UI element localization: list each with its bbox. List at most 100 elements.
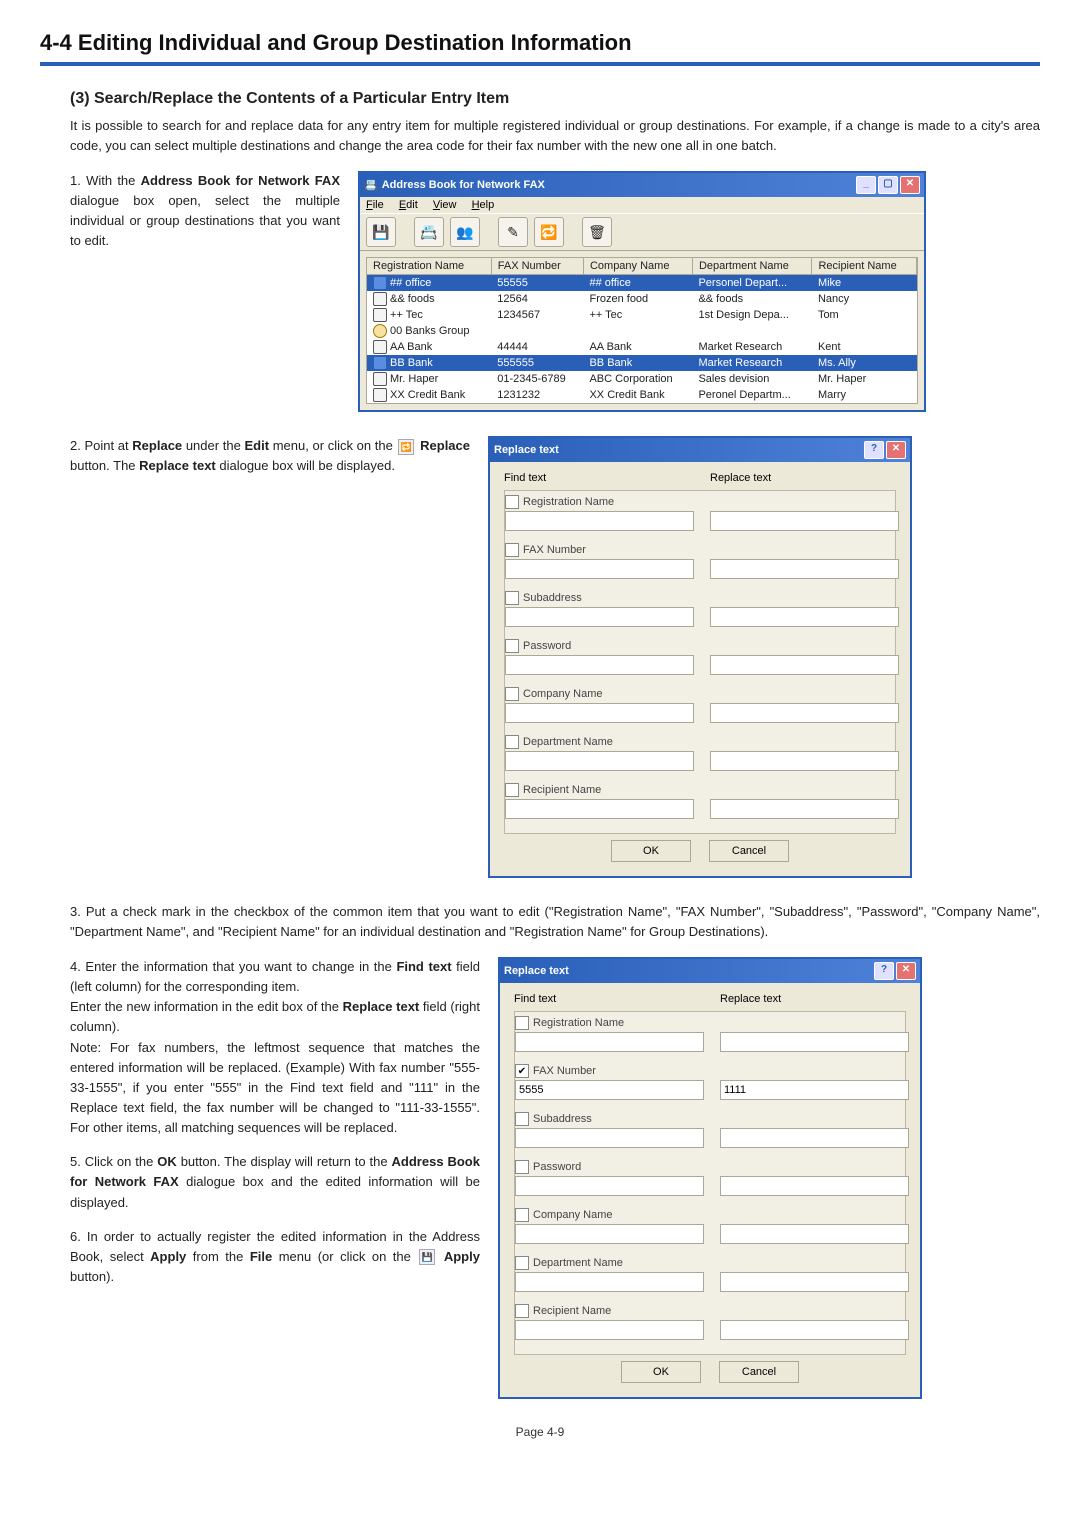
replace-pwd[interactable] [720,1176,909,1196]
table-row[interactable]: && foods12564Frozen food&& foodsNancy [367,291,917,307]
checkbox-reg[interactable] [515,1016,529,1030]
replace-fax[interactable] [710,559,899,579]
table-row[interactable]: ## office55555## officePersonel Depart..… [367,275,917,292]
replace-dialog-2: Replace text ? ✕ Find text Replace text … [498,957,922,1399]
find-recip[interactable] [515,1320,704,1340]
delete-icon[interactable]: 🗑 [582,217,612,247]
find-dept[interactable] [505,751,694,771]
table-row[interactable]: BB Bank555555BB BankMarket ResearchMs. A… [367,355,917,371]
field-row-pwd: Password [515,1160,905,1196]
field-row-recip: Recipient Name [515,1304,905,1340]
menu-edit[interactable]: Edit [399,199,418,211]
new-individual-icon[interactable]: 📇 [414,217,444,247]
row-type-icon [373,308,387,322]
dlg1-cancel-button[interactable]: Cancel [709,840,789,862]
menu-help[interactable]: Help [472,199,495,211]
dlg1-help-button[interactable]: ? [864,441,884,459]
checkbox-pwd[interactable] [515,1160,529,1174]
checkbox-reg[interactable] [505,495,519,509]
replace-recip[interactable] [720,1320,909,1340]
replace-reg[interactable] [720,1032,909,1052]
find-company[interactable] [505,703,694,723]
col-fax-number[interactable]: FAX Number [491,258,583,275]
dlg2-replace-header: Replace text [720,993,906,1005]
dlg1-close-button[interactable]: ✕ [886,441,906,459]
find-recip[interactable] [505,799,694,819]
replace-pwd[interactable] [710,655,899,675]
checkbox-dept[interactable] [515,1256,529,1270]
label-company: Company Name [523,688,602,700]
col-department-name[interactable]: Department Name [692,258,811,275]
checkbox-recip[interactable] [515,1304,529,1318]
dlg1-titlebar[interactable]: Replace text ? ✕ [490,438,910,462]
field-row-sub: Subaddress [515,1112,905,1148]
checkbox-recip[interactable] [505,783,519,797]
checkbox-fax[interactable] [505,543,519,557]
replace-sub[interactable] [710,607,899,627]
replace-fax[interactable] [720,1080,909,1100]
col-company-name[interactable]: Company Name [583,258,692,275]
table-row[interactable]: AA Bank44444AA BankMarket ResearchKent [367,339,917,355]
find-fax[interactable] [505,559,694,579]
find-sub[interactable] [515,1128,704,1148]
step-3-text: 3. Put a check mark in the checkbox of t… [70,902,1040,941]
checkbox-fax[interactable]: ✔ [515,1064,529,1078]
col-recipient-name[interactable]: Recipient Name [812,258,917,275]
find-pwd[interactable] [515,1176,704,1196]
titlebar[interactable]: 📇 Address Book for Network FAX _ ▢ ✕ [360,173,924,197]
table-row[interactable]: 00 Banks Group [367,323,917,339]
section-title: 4-4 Editing Individual and Group Destina… [40,30,1040,56]
dlg1-title: Replace text [494,444,559,456]
step-5-text: 5. Click on the OK button. The display w… [70,1152,480,1212]
replace-recip[interactable] [710,799,899,819]
dlg2-find-header: Find text [514,993,700,1005]
close-button[interactable]: ✕ [900,176,920,194]
dlg2-help-button[interactable]: ? [874,962,894,980]
field-row-dept: Department Name [515,1256,905,1292]
minimize-button[interactable]: _ [856,176,876,194]
replace-dept[interactable] [710,751,899,771]
col-registration-name[interactable]: Registration Name [367,258,491,275]
replace-icon[interactable]: 🔁 [534,217,564,247]
field-row-company: Company Name [505,687,895,723]
destination-table: Registration Name FAX Number Company Nam… [367,258,917,403]
dlg2-close-button[interactable]: ✕ [896,962,916,980]
menu-file[interactable]: File [366,199,384,211]
table-row[interactable]: ++ Tec1234567++ Tec1st Design Depa...Tom [367,307,917,323]
dlg2-cancel-button[interactable]: Cancel [719,1361,799,1383]
label-reg: Registration Name [523,496,614,508]
checkbox-company[interactable] [515,1208,529,1222]
dlg2-ok-button[interactable]: OK [621,1361,701,1383]
dlg1-replace-header: Replace text [710,472,896,484]
table-row[interactable]: Mr. Haper01-2345-6789ABC CorporationSale… [367,371,917,387]
apply-icon[interactable]: 💾 [366,217,396,247]
step-6-text: 6. In order to actually register the edi… [70,1227,480,1287]
row-type-icon [373,388,387,402]
dlg2-titlebar[interactable]: Replace text ? ✕ [500,959,920,983]
find-pwd[interactable] [505,655,694,675]
maximize-button[interactable]: ▢ [878,176,898,194]
intro-paragraph: It is possible to search for and replace… [70,116,1040,155]
find-sub[interactable] [505,607,694,627]
replace-sub[interactable] [720,1128,909,1148]
menu-view[interactable]: View [433,199,457,211]
app-icon: 📇 [364,179,378,192]
replace-company[interactable] [720,1224,909,1244]
dlg1-ok-button[interactable]: OK [611,840,691,862]
replace-company[interactable] [710,703,899,723]
checkbox-sub[interactable] [505,591,519,605]
replace-dept[interactable] [720,1272,909,1292]
find-reg[interactable] [505,511,694,531]
replace-reg[interactable] [710,511,899,531]
find-fax[interactable] [515,1080,704,1100]
checkbox-dept[interactable] [505,735,519,749]
find-reg[interactable] [515,1032,704,1052]
new-group-icon[interactable]: 👥 [450,217,480,247]
edit-icon[interactable]: ✎ [498,217,528,247]
checkbox-pwd[interactable] [505,639,519,653]
find-dept[interactable] [515,1272,704,1292]
table-row[interactable]: XX Credit Bank1231232XX Credit BankPeron… [367,387,917,403]
checkbox-sub[interactable] [515,1112,529,1126]
checkbox-company[interactable] [505,687,519,701]
find-company[interactable] [515,1224,704,1244]
